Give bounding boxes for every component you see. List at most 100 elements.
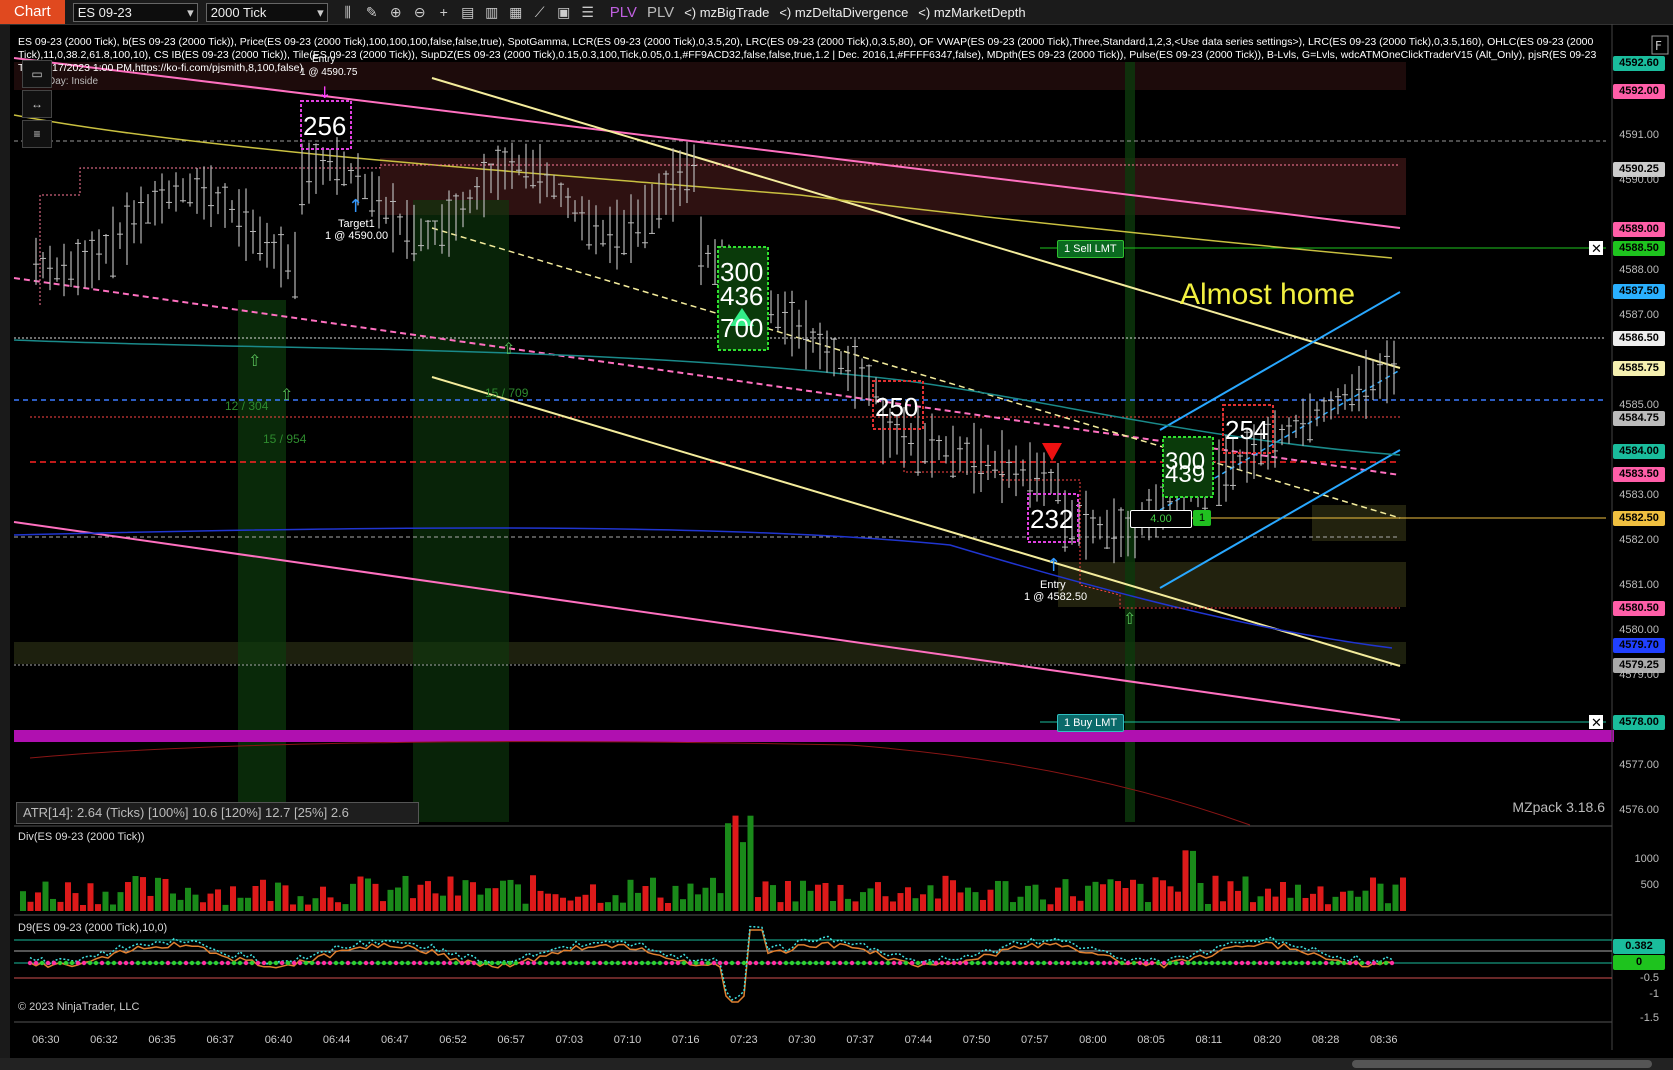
d9-dot [39,960,45,966]
divergence-bar [657,897,664,911]
d9-dot [579,960,585,966]
divergence-bar [1115,881,1121,911]
time-axis-label: 07:03 [555,1034,584,1046]
d9-dot [87,960,93,966]
time-axis-label: 08:05 [1137,1034,1165,1046]
d9-dot [735,960,741,966]
divergence-bar [485,888,491,911]
d9-dot [717,960,723,966]
close-icon: ✕ [1591,242,1602,257]
divergence-bar [455,895,461,911]
buy-limit-order-tag[interactable]: 1 Buy LMT [1057,714,1125,732]
d9-dot [1353,960,1359,966]
target-arrow-icon: ↑ [348,196,363,217]
price-badge: 4592.60 [1613,56,1665,71]
demand-zone-mid [1312,505,1406,541]
divergence-bar [860,892,866,911]
arrows-icon[interactable]: ↔ [22,90,52,118]
d9-dot [333,960,339,966]
d9-dot [309,960,315,966]
d9-dot [471,960,477,966]
divergence-bar [612,895,619,911]
d9-dot [1191,960,1197,966]
d9-dot [1143,960,1149,966]
price-badge: 4592.00 [1613,84,1665,99]
d9-dot [831,960,837,966]
d9-dot [699,960,705,966]
d9-dot [1239,960,1245,966]
divergence-bar [837,884,844,911]
d9-dot [543,960,549,966]
d9-dot [549,960,555,966]
d9-dot [153,960,159,966]
divergence-bar [965,887,971,911]
divergence-bar [342,904,349,911]
d9-dot [957,960,963,966]
d9-axis-neg1: -1 [1649,988,1659,1000]
d9-dot [267,960,273,966]
d9-dot [1077,960,1083,966]
price-chart[interactable]: ⇧ ⇧ ⇧ ⇧ ↑ ↑ ↓ 256 300 436 700 250 232 25… [0,0,1673,1070]
d9-dot [1029,960,1035,966]
position-count-tag[interactable]: 1 [1193,510,1211,526]
divergence-bar [335,902,341,911]
menu-icon[interactable]: ≡ [22,120,52,148]
horizontal-scrollbar[interactable] [0,1058,1673,1070]
d9-dot [771,960,777,966]
d9-dot [1167,960,1173,966]
d9-dot [921,960,927,966]
divergence-bar [1272,896,1279,911]
scrollbar-thumb[interactable] [1352,1060,1652,1068]
d9-dot [111,960,117,966]
up-arrow-icon: ⇧ [280,385,293,404]
d9-dot [231,960,237,966]
d9-dot [687,960,693,966]
session-band-3 [1125,62,1135,822]
f-icon: F [1655,39,1662,53]
divergence-bar [87,883,94,911]
divergence-bar [800,880,806,911]
time-axis-label: 06:57 [497,1034,525,1046]
d9-dot [27,960,33,966]
d9-dot [69,960,75,966]
price-badge: 4584.00 [1613,444,1665,459]
divergence-bar [852,901,859,911]
up-arrow-icon: ⇧ [1123,609,1136,628]
div-axis-500: 500 [1640,879,1659,891]
d9-dot [1053,960,1059,966]
chart-side-tools: ▭ ↔ ≡ [22,60,52,150]
d9-dot [747,960,753,966]
time-axis-label: 06:32 [90,1034,118,1046]
divergence-bar [440,895,446,911]
price-axis-label: 4585.00 [1619,399,1659,411]
position-qty-tag[interactable]: 4.00 [1130,510,1192,528]
divergence-bar [387,889,394,911]
d9-dot [621,960,627,966]
d9-dot [1287,960,1293,966]
d9-dot [951,960,957,966]
ruler-icon[interactable]: ▭ [22,60,52,88]
divergence-bar [935,898,941,911]
price-axis-label: 4581.00 [1619,579,1659,591]
d9-dot [345,960,351,966]
divergence-bar [27,901,34,911]
d9-dot [987,960,993,966]
d9-dot [1155,960,1161,966]
d9-dot [531,960,537,966]
divergence-bar [1317,886,1324,911]
divergence-bar [1242,876,1249,911]
d9-dot [501,960,507,966]
divergence-bar [942,875,949,911]
d9-dot [537,960,543,966]
divergence-bar [1055,887,1061,911]
sell-signal-triangle [1042,443,1062,461]
d9-dot [975,960,981,966]
copyright-text: © 2023 NinjaTrader, LLC [18,1001,140,1013]
sell-limit-order-tag[interactable]: 1 Sell LMT [1057,240,1124,258]
d9-dot [1269,960,1275,966]
label-256: 256 [303,111,346,141]
d9-dot [33,960,39,966]
time-axis-label: 06:47 [381,1034,409,1046]
divergence-bar [597,902,604,911]
d9-dot [93,960,99,966]
